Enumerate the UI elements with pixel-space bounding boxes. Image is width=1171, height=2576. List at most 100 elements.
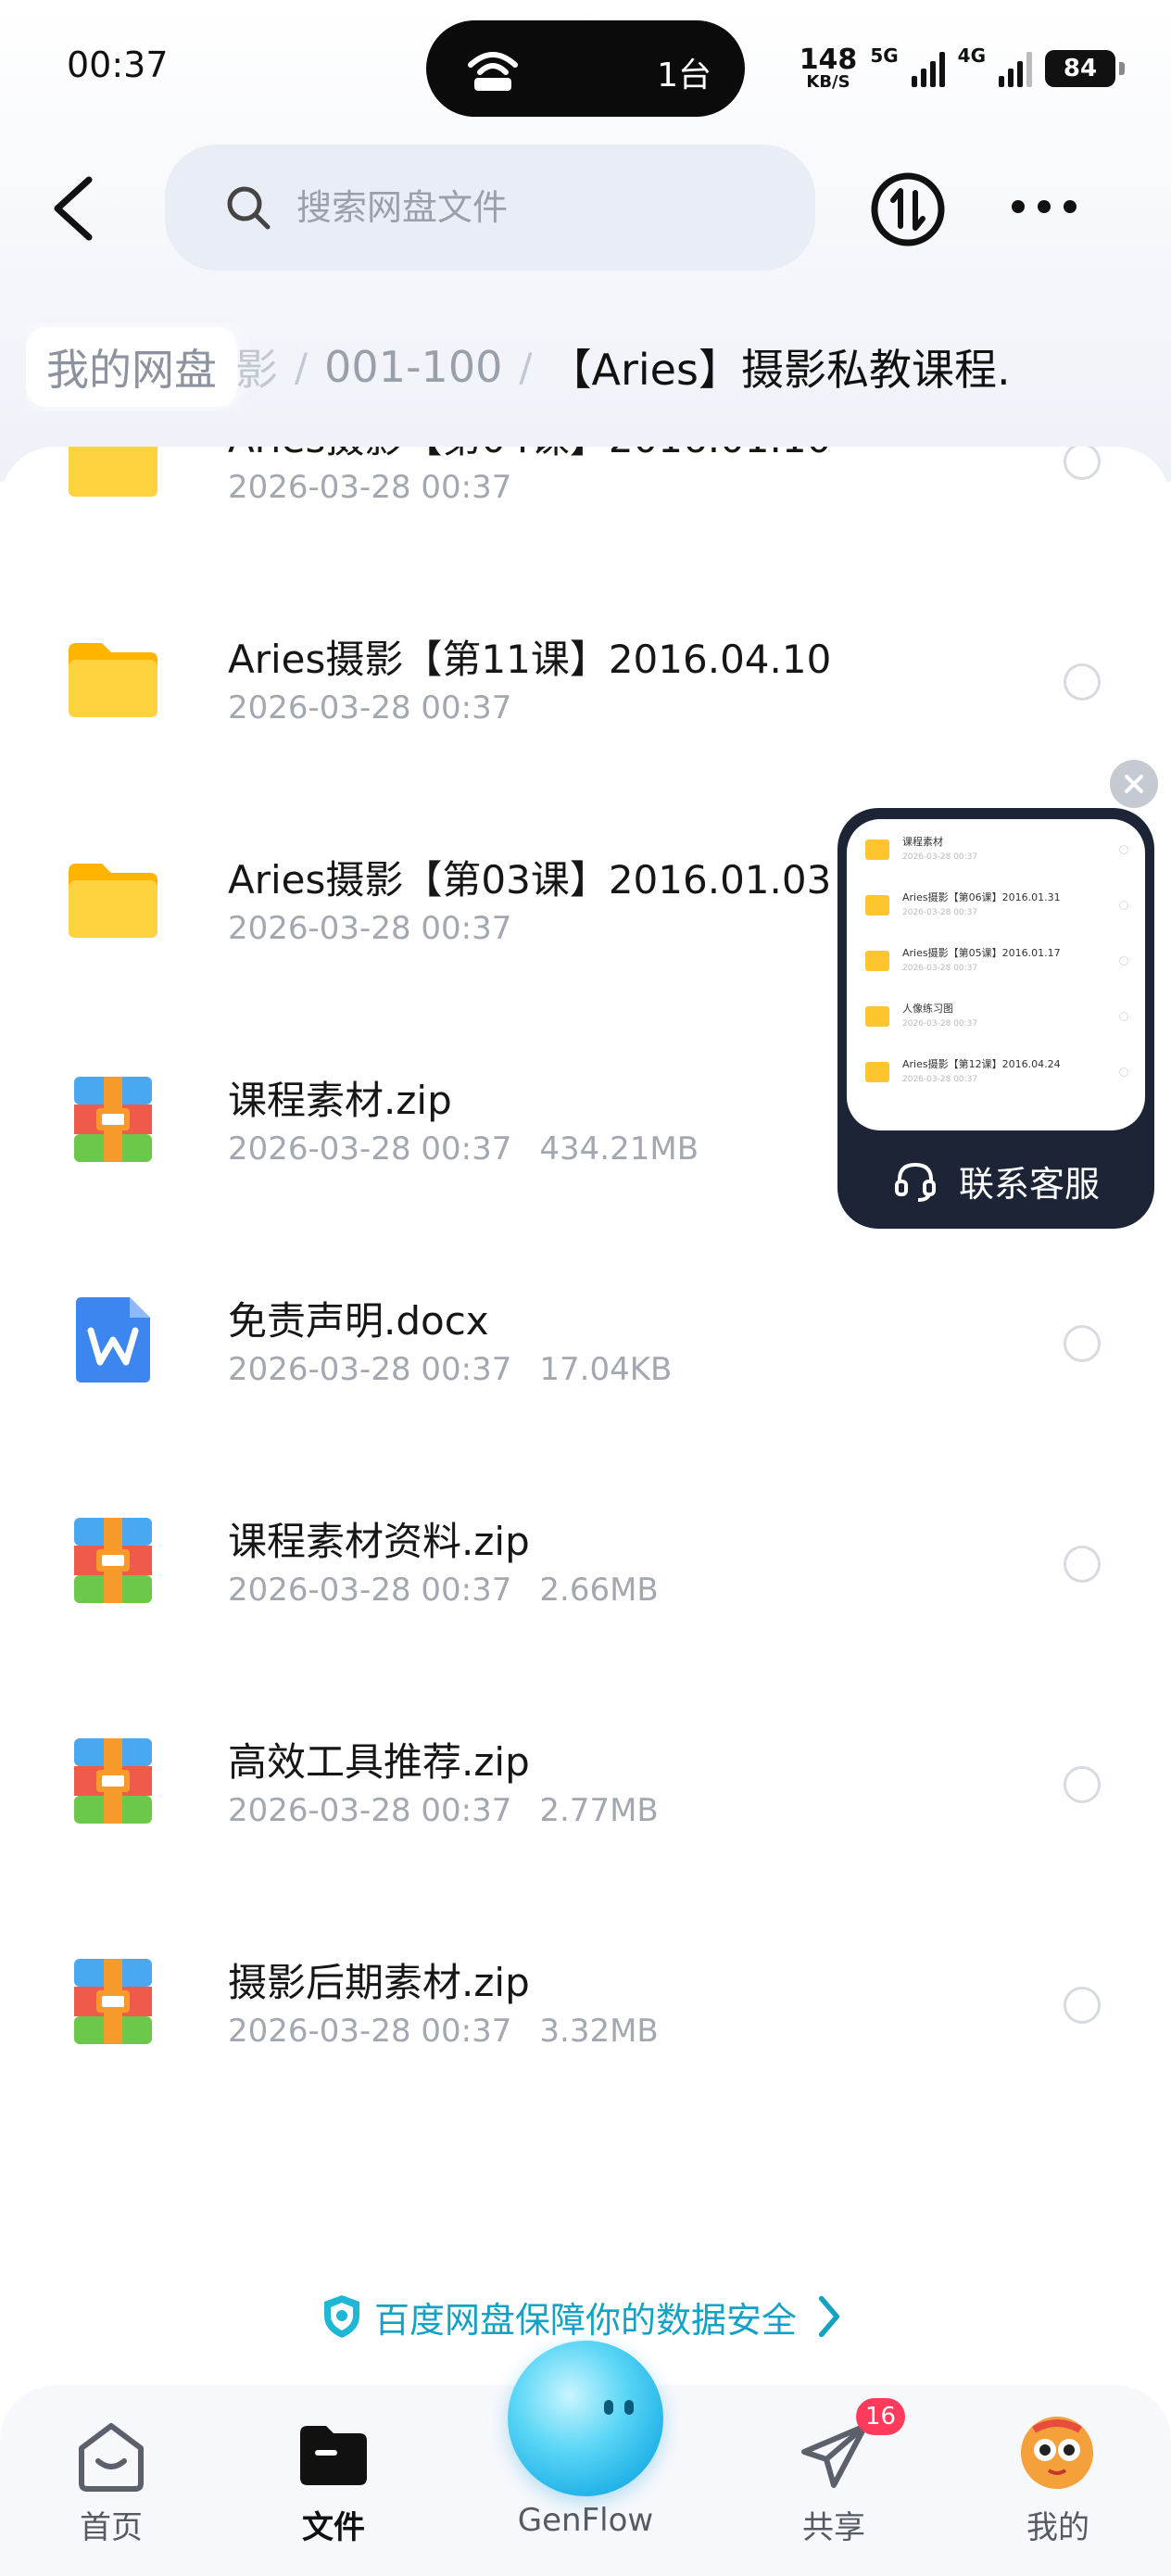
file-date: 2026-03-28 00:37	[228, 2013, 512, 2050]
status-bar: 00:37 1台 148 KB/S 5G 4G 84	[0, 0, 1171, 139]
file-name: 免责声明.docx	[228, 1298, 489, 1344]
preview-name: Aries摄影【第06课】2016.01.31	[902, 891, 1061, 903]
preview-date: 2026-03-28 00:37	[902, 964, 978, 973]
folder-icon	[865, 1006, 889, 1027]
preview-row: Aries摄影【第05课】2016.01.17 2026-03-28 00:37	[847, 936, 1145, 991]
file-date: 2026-03-28 00:37	[228, 910, 512, 947]
signal-icon	[911, 50, 945, 87]
breadcrumb-separator: /	[519, 344, 533, 390]
genflow-mascot-icon[interactable]	[508, 2341, 663, 2496]
file-size: 2.66MB	[539, 1572, 659, 1609]
folder-icon	[69, 643, 157, 717]
network-type-2: 4G	[957, 44, 986, 67]
files-folder-icon	[300, 2426, 367, 2485]
battery-level: 84	[1063, 55, 1098, 82]
file-size: 17.04KB	[539, 1351, 673, 1388]
zip-archive-icon	[74, 1077, 152, 1162]
preview-row: Aries摄影【第06课】2016.01.31 2026-03-28 00:37	[847, 880, 1145, 936]
file-row[interactable]: 摄影后期素材.zip 2026-03-28 00:37 3.32MB	[0, 1894, 1171, 2115]
avatar-face-icon	[1021, 2417, 1093, 2489]
file-name: 高效工具推荐.zip	[228, 1739, 530, 1785]
breadcrumb-separator: /	[295, 344, 308, 390]
file-meta: 2026-03-28 00:37	[228, 469, 511, 506]
breadcrumb-level-1[interactable]: 001-100	[324, 342, 502, 392]
folder-icon	[69, 864, 157, 938]
top-header	[0, 139, 1171, 278]
breadcrumb-hidden-level[interactable]: 影	[235, 336, 278, 398]
more-options-icon[interactable]	[1012, 193, 1086, 221]
contact-service-button[interactable]: 联系客服	[837, 1132, 1154, 1229]
preview-radio	[1119, 956, 1128, 966]
folder-icon	[865, 840, 889, 860]
close-icon	[1125, 775, 1143, 793]
preview-name: Aries摄影【第12课】2016.04.24	[902, 1058, 1061, 1070]
share-notification-badge: 16	[856, 2398, 906, 2435]
status-indicators: 148 KB/S 5G 4G 84	[800, 41, 1125, 96]
preview-name: 人像练习图	[902, 1003, 953, 1015]
contact-service-label: 联系客服	[958, 1163, 1100, 1205]
select-radio[interactable]	[1064, 1987, 1101, 2024]
file-name: 课程素材资料.zip	[228, 1519, 530, 1564]
folder-icon	[865, 1062, 889, 1082]
chevron-right-icon	[818, 2295, 840, 2338]
speed-value: 148	[799, 44, 858, 76]
file-name: 课程素材.zip	[228, 1078, 452, 1123]
preview-date: 2026-03-28 00:37	[902, 852, 978, 862]
preview-date: 2026-03-28 00:37	[902, 1019, 978, 1029]
folder-icon	[865, 895, 889, 915]
dynamic-island[interactable]: 1台	[426, 20, 745, 117]
avatar[interactable]	[1021, 2417, 1093, 2489]
customer-service-widget[interactable]: 课程素材 2026-03-28 00:37 Aries摄影【第06课】2016.…	[837, 808, 1154, 1229]
file-date: 2026-03-28 00:37	[228, 1572, 512, 1609]
tab-files-label: 文件	[302, 2509, 365, 2546]
file-meta: 2026-03-28 00:37 3.32MB	[228, 2013, 659, 2050]
file-size: 3.32MB	[539, 2013, 659, 2050]
file-row[interactable]: 课程素材资料.zip 2026-03-28 00:37 2.66MB	[0, 1453, 1171, 1673]
close-widget-icon[interactable]	[1110, 760, 1158, 808]
select-radio[interactable]	[1064, 1546, 1101, 1583]
select-radio[interactable]	[1064, 663, 1101, 701]
security-text: 百度网盘保障你的数据安全	[373, 2299, 797, 2341]
file-row[interactable]: 高效工具推荐.zip 2026-03-28 00:37 2.77MB	[0, 1673, 1171, 1894]
search-bar[interactable]	[165, 145, 815, 271]
file-name: Aries摄影【第11课】2016.04.10	[228, 637, 832, 682]
breadcrumb: 我的网盘 影 / 001-100 / 【Aries】摄影私教课程.	[26, 322, 1171, 411]
tab-genflow-label: GenFlow	[517, 2502, 654, 2539]
select-radio[interactable]	[1064, 1766, 1101, 1803]
preview-row: 人像练习图 2026-03-28 00:37	[847, 991, 1145, 1047]
file-name: 摄影后期素材.zip	[228, 1960, 530, 2005]
preview-radio	[1119, 1067, 1128, 1077]
preview-radio	[1119, 901, 1128, 910]
search-input[interactable]	[296, 187, 778, 228]
network-type-1: 5G	[870, 44, 899, 67]
tab-home[interactable]: 首页	[28, 2385, 195, 2576]
select-radio[interactable]	[1064, 1325, 1101, 1362]
headset-icon	[894, 1162, 936, 1202]
transfer-list-icon[interactable]	[869, 170, 947, 248]
select-radio[interactable]	[1064, 447, 1101, 480]
mascot-eye	[604, 2400, 613, 2415]
file-row[interactable]: Aries摄影【第11课】2016.04.10 2026-03-28 00:37	[0, 571, 1171, 791]
file-row[interactable]: Aries摄影【第04课】2016.01.10 2026-03-28 00:37	[0, 447, 1171, 571]
zip-archive-icon	[74, 1518, 152, 1603]
preview-row: Aries摄影【第12课】2016.04.24 2026-03-28 00:37	[847, 1047, 1145, 1103]
word-document-icon	[76, 1297, 150, 1383]
preview-name: Aries摄影【第05课】2016.01.17	[902, 947, 1061, 959]
network-speed: 148 KB/S	[800, 46, 858, 91]
preview-radio	[1119, 845, 1128, 854]
preview-date: 2026-03-28 00:37	[902, 1075, 978, 1084]
preview-name: 课程素材	[902, 836, 943, 848]
preview-radio	[1119, 1012, 1128, 1021]
tab-files[interactable]: 文件	[250, 2385, 417, 2576]
mascot-eye	[624, 2400, 634, 2415]
file-meta: 2026-03-28 00:37 2.77MB	[228, 1792, 659, 1829]
tab-share-label: 共享	[802, 2509, 865, 2546]
file-date: 2026-03-28 00:37	[228, 1130, 512, 1168]
breadcrumb-home[interactable]: 我的网盘	[26, 327, 237, 407]
file-date: 2026-03-28 00:37	[228, 689, 512, 726]
breadcrumb-current: 【Aries】摄影私教课程.	[548, 345, 1011, 395]
folder-icon	[69, 447, 157, 497]
file-list: Aries摄影【第04课】2016.01.10 2026-03-28 00:37…	[0, 447, 1171, 2411]
file-row[interactable]: 免责声明.docx 2026-03-28 00:37 17.04KB	[0, 1232, 1171, 1453]
back-icon[interactable]	[46, 174, 102, 243]
